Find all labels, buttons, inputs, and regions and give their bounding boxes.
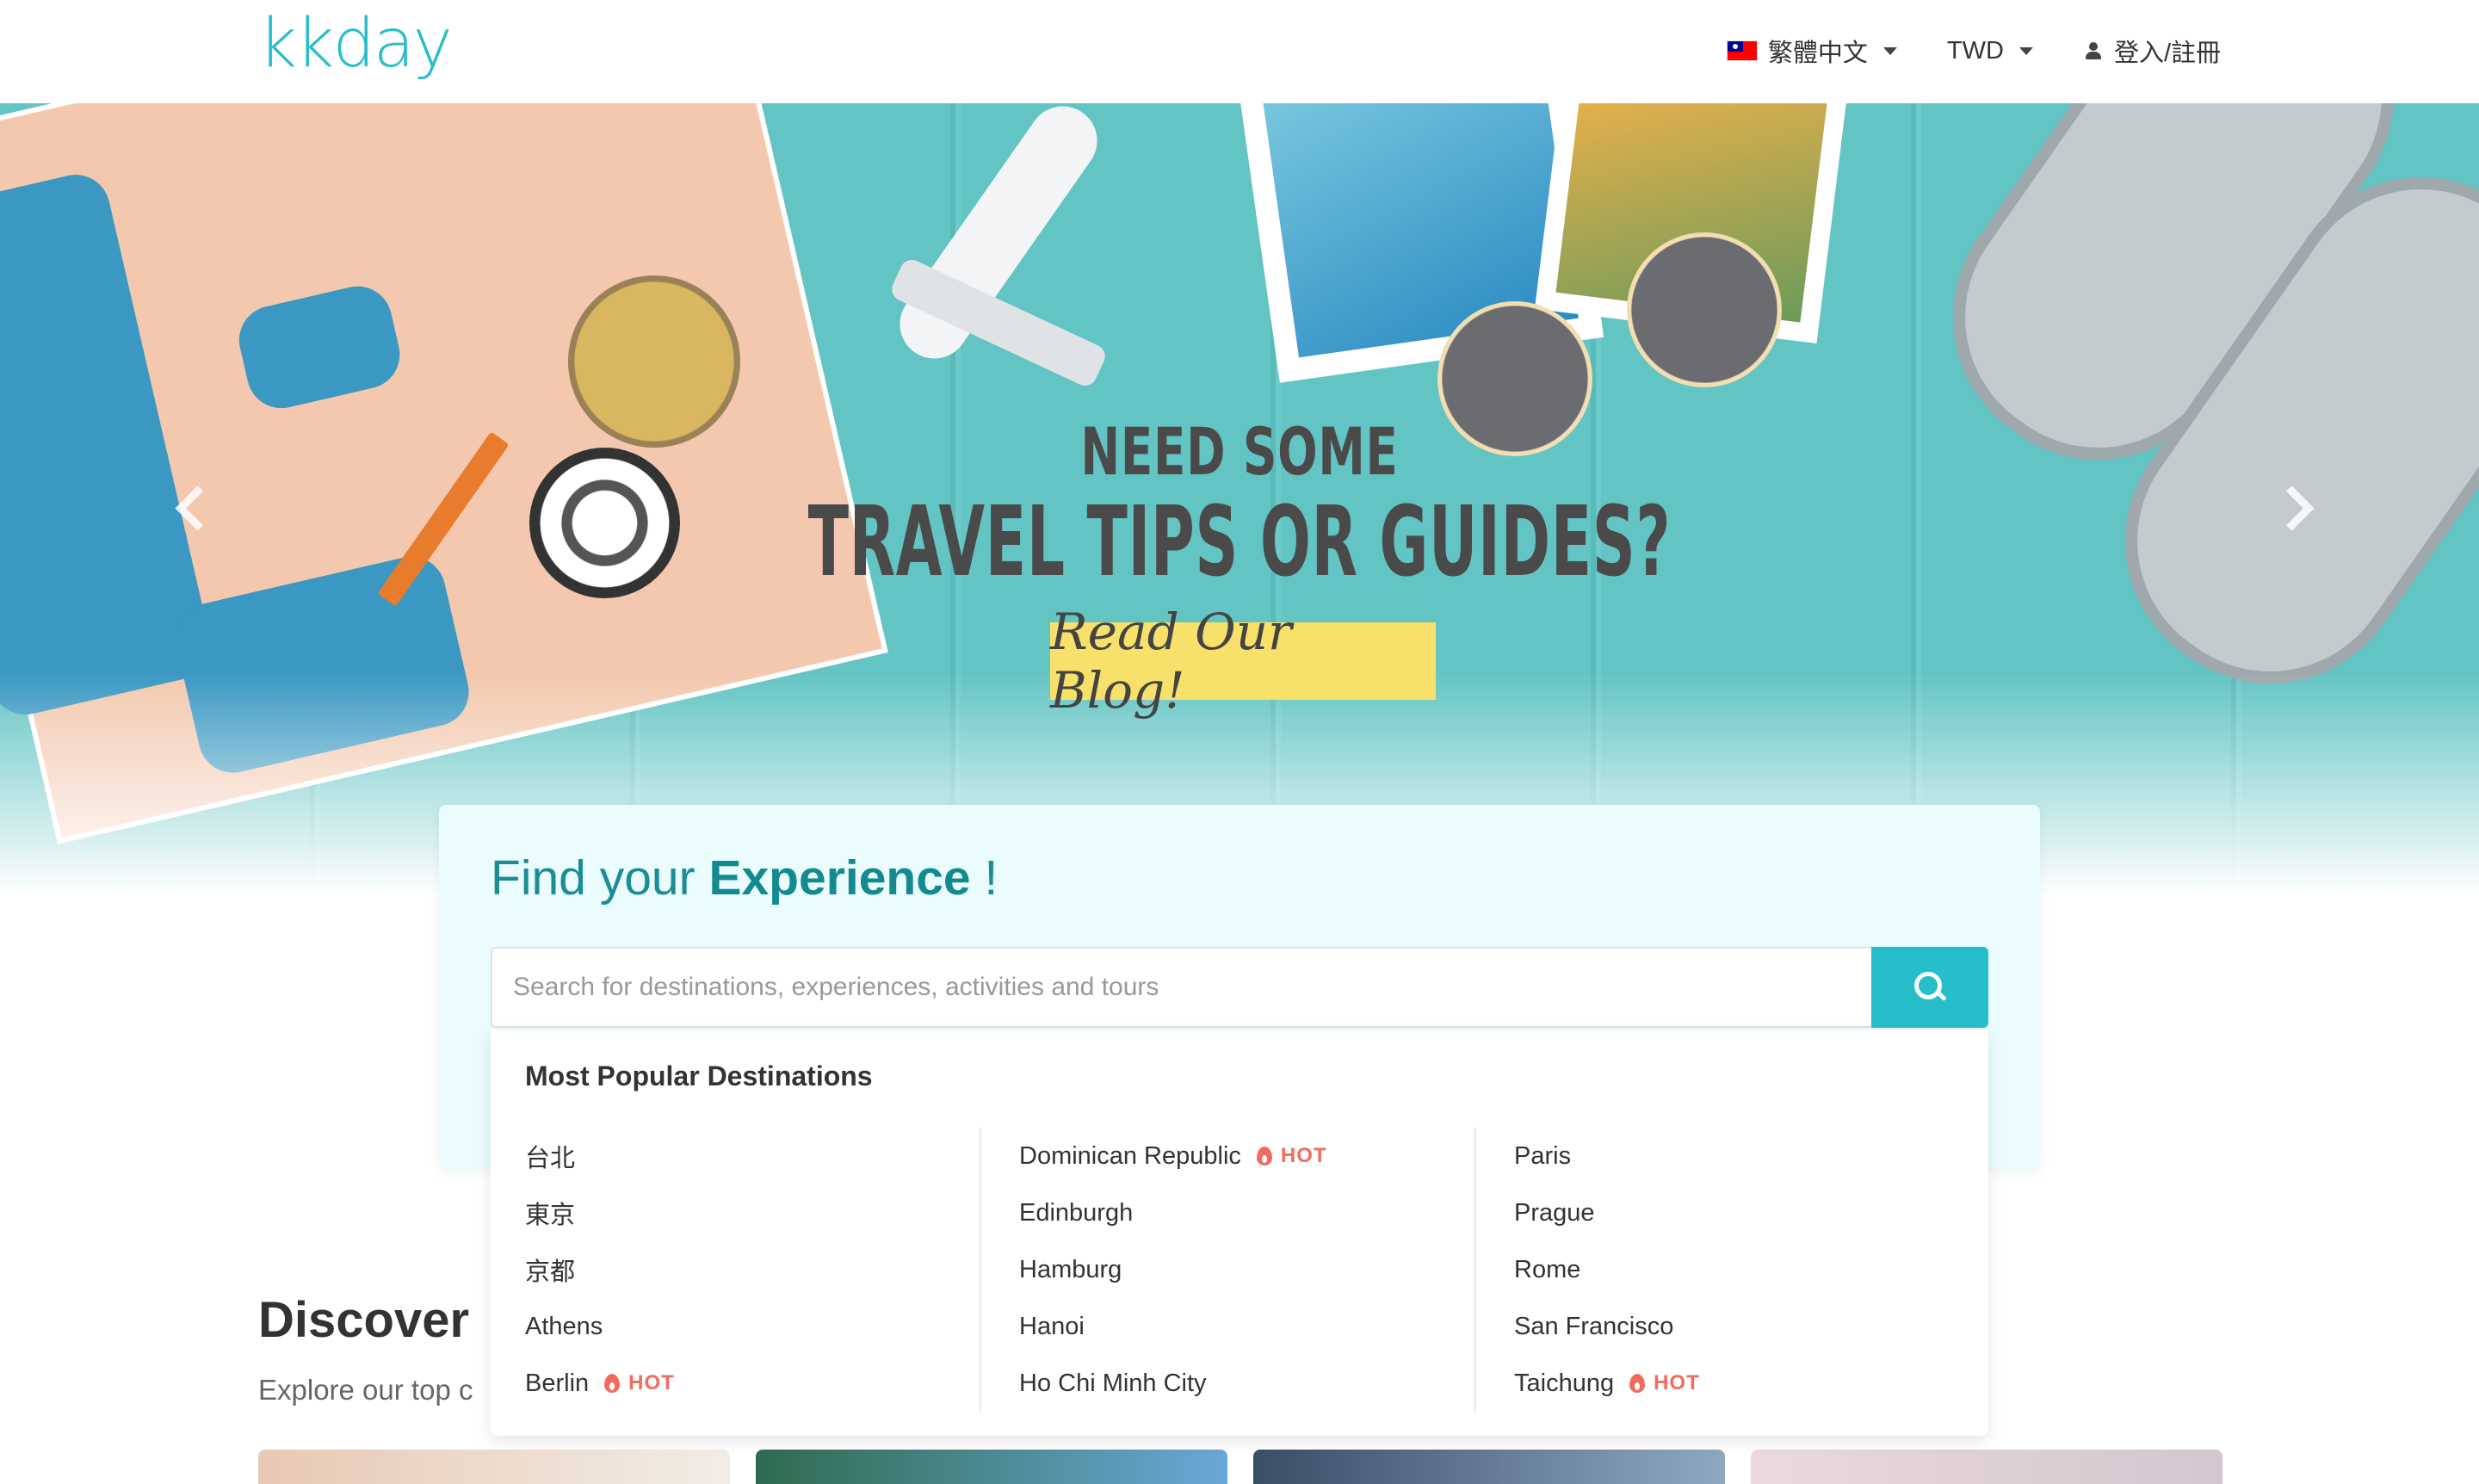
search-button[interactable] [1871, 947, 1988, 1028]
destination-name: Rome [1514, 1255, 1581, 1283]
destination-card[interactable] [1253, 1450, 1725, 1484]
destination-item[interactable]: Edinburgh [981, 1184, 1474, 1241]
hot-label: HOT [1654, 1371, 1700, 1394]
destination-item[interactable]: Rome [1476, 1241, 1969, 1298]
search-heading-suffix: ! [970, 850, 998, 906]
destination-column-1: 台北 東京 京都 Athens Berlin HOT [491, 1128, 986, 1412]
destination-card[interactable] [756, 1450, 1227, 1484]
carousel-prev-icon[interactable] [168, 482, 211, 534]
hero-carousel[interactable]: NEED SOME TRAVEL TIPS OR GUIDES? Read Ou… [0, 103, 2479, 895]
destination-item[interactable]: 京都 [491, 1241, 986, 1298]
hot-badge: HOT [1256, 1144, 1327, 1168]
destination-name: Athens [525, 1312, 603, 1340]
destination-name: Dominican Republic [1019, 1141, 1241, 1170]
currency-selector[interactable]: TWD [1947, 37, 2033, 65]
destination-card[interactable] [1751, 1450, 2222, 1484]
caret-down-icon [1882, 46, 1897, 55]
header-nav: 繁體中文 TWD 登入/註冊 [1726, 33, 2221, 69]
language-selector[interactable]: 繁體中文 [1726, 33, 1897, 69]
discover-heading: Discover [258, 1292, 470, 1348]
destination-item[interactable]: Ho Chi Minh City [981, 1355, 1474, 1412]
caret-down-icon [2018, 46, 2033, 55]
language-label: 繁體中文 [1767, 40, 1868, 67]
hot-badge: HOT [1629, 1371, 1700, 1395]
destination-name: Berlin [525, 1369, 590, 1397]
currency-label: TWD [1946, 36, 2004, 65]
search-input[interactable] [491, 947, 1873, 1028]
destination-cards [258, 1450, 2222, 1484]
destination-name: 台北 [525, 1145, 576, 1172]
carousel-next-icon[interactable] [2272, 482, 2315, 534]
login-register-link[interactable]: 登入/註冊 [2083, 33, 2221, 69]
taiwan-flag-icon [1726, 40, 1758, 61]
destination-name: Taichung [1514, 1369, 1615, 1397]
login-label: 登入/註冊 [2113, 40, 2221, 67]
kkday-logo[interactable]: kkday [258, 5, 453, 83]
destination-name: 京都 [525, 1258, 576, 1286]
flame-icon [1629, 1374, 1646, 1393]
destination-item[interactable]: 東京 [491, 1184, 986, 1241]
search-icon [1914, 972, 1945, 1003]
destination-name: Hanoi [1019, 1312, 1085, 1340]
hot-badge: HOT [604, 1371, 675, 1395]
destination-item[interactable]: Prague [1476, 1184, 1969, 1241]
destination-item[interactable]: 台北 [491, 1128, 986, 1184]
destination-item[interactable]: Taichung HOT [1476, 1355, 1969, 1412]
read-blog-button[interactable]: Read Our Blog! [1050, 603, 1436, 720]
search-heading: Find your Experience ! [491, 850, 998, 906]
hot-label: HOT [1280, 1144, 1327, 1167]
popular-destinations-dropdown: Most Popular Destinations 台北 東京 京都 Athen… [491, 1030, 1988, 1436]
destination-name: 東京 [525, 1202, 576, 1229]
destination-item[interactable]: Athens [491, 1298, 986, 1355]
destination-name: Prague [1514, 1198, 1595, 1227]
dropdown-title: Most Popular Destinations [525, 1060, 873, 1091]
destination-column-2: Dominican Republic HOT Edinburgh Hamburg… [980, 1128, 1474, 1412]
destination-column-3: Paris Prague Rome San Francisco Taichung… [1474, 1128, 1969, 1412]
destination-card[interactable] [258, 1450, 730, 1484]
flame-icon [1256, 1147, 1272, 1166]
destination-item[interactable]: Hanoi [981, 1298, 1474, 1355]
hero-headline-2: TRAVEL TIPS OR GUIDES? [807, 486, 1672, 598]
user-icon [2083, 40, 2104, 61]
flame-icon [604, 1374, 621, 1393]
destination-name: Hamburg [1019, 1255, 1122, 1283]
hero-headline-1: NEED SOME [1080, 413, 1399, 490]
destination-name: Paris [1514, 1141, 1572, 1170]
destination-item[interactable]: Dominican Republic HOT [981, 1128, 1474, 1184]
destination-name: Edinburgh [1019, 1198, 1134, 1227]
destination-item[interactable]: Berlin HOT [491, 1355, 986, 1412]
hot-label: HOT [628, 1371, 675, 1394]
search-heading-bold: Experience [708, 850, 971, 906]
discover-subtitle: Explore our top c [258, 1374, 473, 1406]
destination-name: San Francisco [1514, 1312, 1674, 1340]
destination-item[interactable]: Hamburg [981, 1241, 1474, 1298]
sunglasses-lens-right [1627, 232, 1782, 387]
destination-item[interactable]: Paris [1476, 1128, 1969, 1184]
destination-name: Ho Chi Minh City [1019, 1369, 1207, 1397]
site-header: kkday 繁體中文 TWD 登入/註冊 [0, 0, 2479, 103]
destination-item[interactable]: San Francisco [1476, 1298, 1969, 1355]
search-heading-prefix: Find your [491, 850, 709, 906]
